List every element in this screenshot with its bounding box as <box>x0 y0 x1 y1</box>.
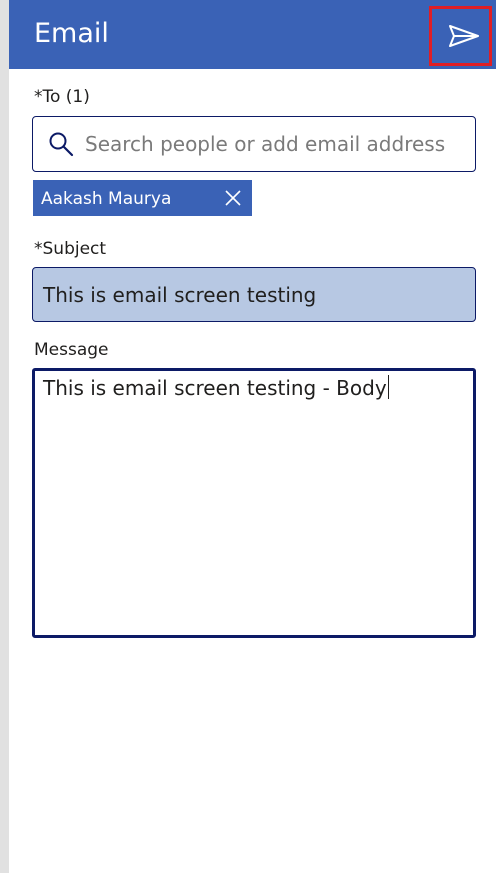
message-field[interactable]: This is email screen testing - Body <box>32 368 476 638</box>
recipient-search-box[interactable] <box>32 116 476 172</box>
subject-value: This is email screen testing <box>43 283 317 307</box>
message-value: This is email screen testing - Body <box>43 376 387 400</box>
left-edge-strip <box>0 0 9 873</box>
recipient-name: Aakash Maurya <box>41 189 172 209</box>
text-caret <box>387 375 389 399</box>
page-title: Email <box>34 18 109 49</box>
send-icon <box>449 25 479 47</box>
close-icon[interactable] <box>224 189 242 212</box>
email-header: Email <box>9 0 496 69</box>
message-label: Message <box>34 340 109 360</box>
search-input[interactable] <box>85 127 465 161</box>
to-label: *To (1) <box>34 87 90 107</box>
subject-field[interactable]: This is email screen testing <box>32 267 476 322</box>
search-icon <box>49 132 74 157</box>
subject-label: *Subject <box>34 239 107 259</box>
send-button[interactable] <box>429 6 492 66</box>
recipient-chip: Aakash Maurya <box>33 180 252 216</box>
